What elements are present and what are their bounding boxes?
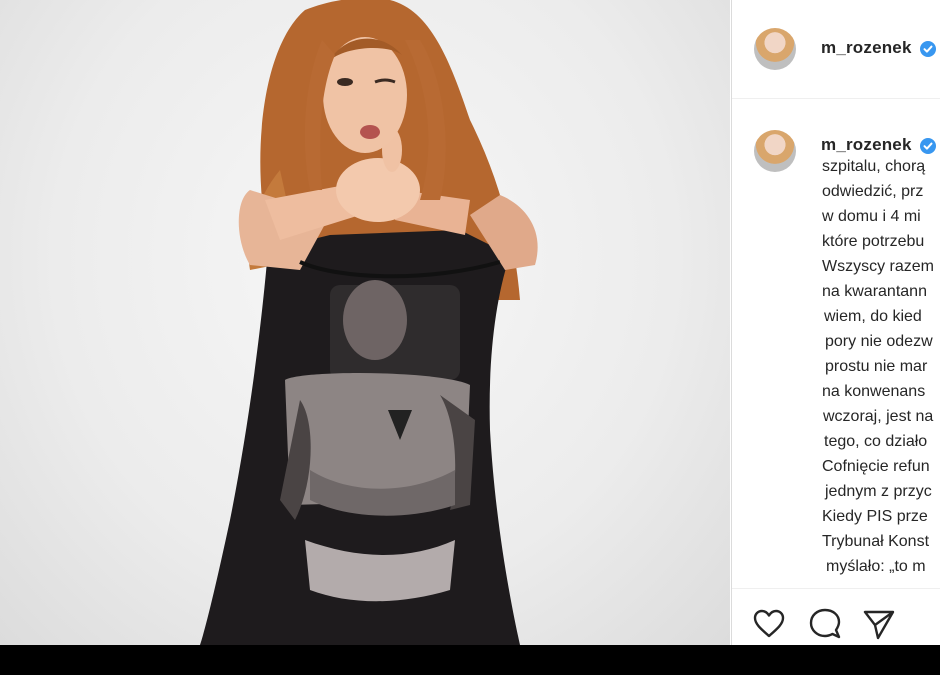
caption-line: tego, co działo [824, 433, 928, 450]
caption-line: które potrzebu [822, 233, 925, 250]
caption-line: myślało: „to m [826, 558, 926, 575]
instagram-post: m_rozenek m_rozenek szpitalu, chorą odwi… [0, 0, 940, 645]
comment-icon[interactable] [808, 607, 842, 641]
caption-username[interactable]: m_rozenek [821, 135, 912, 155]
post-header: m_rozenek [732, 0, 940, 99]
woman-photo-illustration [200, 0, 538, 645]
verified-badge-icon [920, 41, 936, 57]
heart-icon[interactable] [752, 607, 786, 641]
caption-line: pory nie odezw [825, 333, 933, 350]
caption-line: wczoraj, jest na [823, 408, 934, 425]
bottom-black-bar [0, 645, 940, 675]
caption-line: szpitalu, chorą [822, 158, 926, 175]
caption-line: odwiedzić, prz [822, 183, 924, 200]
action-bar [732, 588, 940, 645]
caption-line: Kiedy PIS prze [822, 508, 928, 525]
caption-line: w domu i 4 mi [822, 208, 921, 225]
caption-line: na konwenans [822, 383, 926, 400]
caption-avatar[interactable] [754, 130, 796, 172]
caption-line: wiem, do kied [824, 308, 922, 325]
caption-line: Wszyscy razem [822, 258, 934, 275]
caption-line: Cofnięcie refun [822, 458, 930, 475]
header-username[interactable]: m_rozenek [821, 38, 912, 58]
caption-line: na kwarantann [822, 283, 927, 300]
caption-area: m_rozenek szpitalu, chorą odwiedzić, prz… [732, 99, 940, 587]
share-icon[interactable] [862, 607, 896, 641]
post-photo[interactable] [0, 0, 730, 645]
caption-verified-badge-icon [920, 138, 936, 154]
avatar[interactable] [754, 28, 796, 70]
post-sidebar: m_rozenek m_rozenek szpitalu, chorą odwi… [731, 0, 940, 645]
caption-line: prostu nie mar [825, 358, 928, 375]
caption-line: Trybunał Konst [822, 533, 930, 550]
caption-line: jednym z przyc [825, 483, 932, 500]
